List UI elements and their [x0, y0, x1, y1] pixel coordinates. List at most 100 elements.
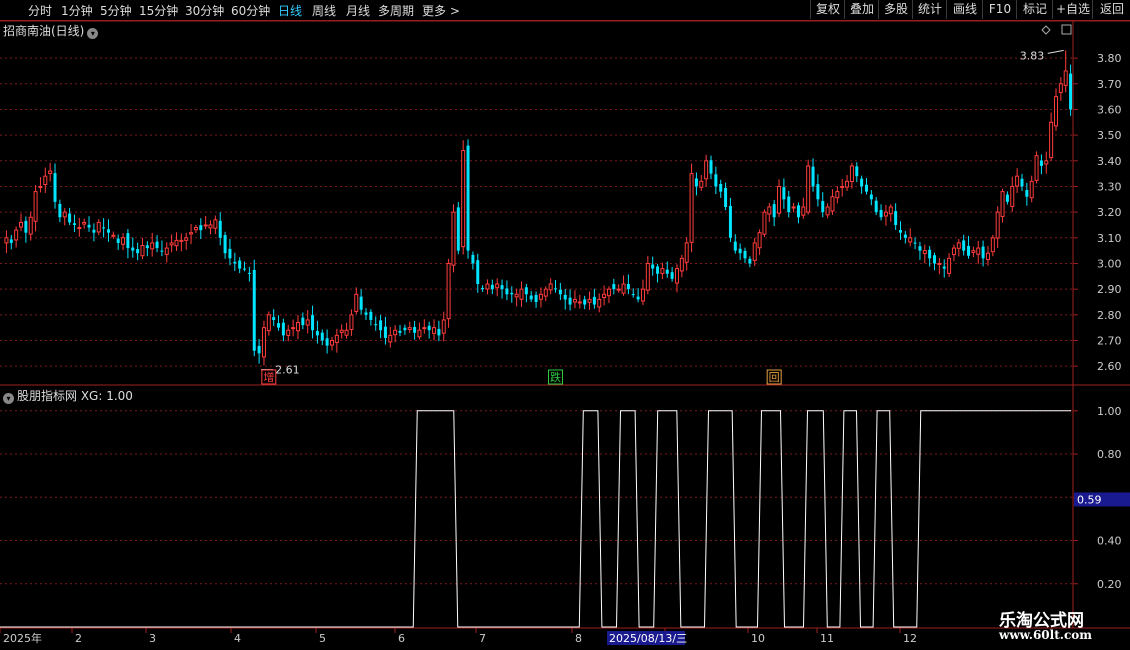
x-tick-label: 11 — [820, 632, 834, 645]
candle-body — [699, 180, 704, 188]
candle — [597, 293, 602, 313]
candle — [126, 229, 130, 259]
candle-body — [855, 166, 859, 177]
candle-body — [68, 213, 72, 223]
candle-body — [164, 247, 169, 255]
candle — [704, 154, 709, 187]
layout-icon — [1061, 24, 1072, 35]
candle — [796, 202, 800, 224]
candle-body — [583, 299, 587, 305]
candle-body — [894, 211, 898, 225]
candle-body — [840, 185, 845, 188]
current-value-label: 0.59 — [1077, 493, 1102, 506]
candle — [791, 202, 796, 213]
y-tick-label: 2.60 — [1097, 360, 1122, 373]
y-tick-label: 3.70 — [1097, 78, 1122, 91]
candle-body — [359, 296, 363, 310]
candle — [656, 263, 660, 283]
candle — [543, 286, 548, 302]
low-label: 2.61 — [275, 364, 300, 377]
candle — [441, 311, 446, 342]
candle — [558, 282, 562, 300]
candle — [446, 258, 451, 328]
candle-body — [971, 250, 976, 253]
candle-body — [1000, 191, 1005, 217]
candle — [990, 234, 995, 257]
candle-body — [1010, 185, 1015, 207]
candle-body — [121, 237, 126, 245]
candle-body — [899, 230, 903, 233]
candle — [427, 321, 431, 339]
candle-body — [709, 160, 713, 174]
candle-body — [437, 328, 441, 336]
candle-body — [636, 296, 640, 300]
candle-body — [223, 235, 227, 254]
candle-body — [684, 242, 689, 263]
candle-body — [538, 293, 543, 300]
candle — [606, 286, 611, 304]
candle-body — [738, 248, 742, 254]
candle-body — [476, 260, 480, 285]
candle-body — [757, 232, 762, 249]
candle-body — [77, 227, 82, 230]
candle-body — [772, 204, 776, 218]
candle — [956, 239, 961, 257]
candle-body — [295, 322, 300, 332]
candle — [674, 264, 679, 293]
candle-body — [782, 187, 786, 200]
candle — [349, 309, 354, 336]
candle — [364, 307, 368, 321]
candle — [947, 253, 952, 277]
candle — [24, 216, 28, 243]
candle-body — [806, 165, 811, 213]
candle-body — [266, 314, 271, 332]
candle-body — [728, 205, 732, 238]
candle — [199, 218, 203, 239]
candle-body — [947, 257, 952, 274]
candle — [417, 322, 422, 340]
candle-body — [816, 184, 820, 200]
candle-body — [334, 334, 339, 343]
candle-body — [471, 254, 475, 264]
candle-body — [136, 249, 140, 254]
candle-body — [602, 293, 607, 298]
candle-body — [762, 211, 767, 235]
candle — [1015, 168, 1020, 193]
candle — [96, 219, 101, 236]
candle — [266, 311, 271, 336]
candle-body — [58, 203, 62, 218]
candle — [38, 177, 43, 193]
candle-body — [374, 324, 378, 326]
candle-body — [87, 224, 91, 228]
candle — [699, 175, 704, 191]
candle — [311, 305, 315, 339]
candle — [82, 218, 87, 229]
candle-body — [933, 255, 937, 264]
candle — [612, 278, 616, 295]
signal-marker-text: 回 — [769, 371, 780, 384]
candle — [806, 159, 811, 215]
candle-body — [514, 293, 519, 298]
candle — [193, 224, 198, 233]
candle — [670, 267, 674, 282]
candle — [529, 290, 533, 303]
candle-body — [791, 206, 796, 209]
candle-body — [976, 247, 981, 255]
candle — [174, 232, 179, 251]
candle — [651, 256, 655, 276]
candle — [631, 288, 635, 298]
candle — [320, 329, 324, 346]
candle — [985, 245, 990, 266]
candle-body — [981, 246, 985, 259]
candle — [577, 294, 582, 309]
candle — [179, 233, 184, 252]
signal-marker-text: 增 — [263, 370, 274, 384]
candle — [719, 179, 723, 198]
candle-body — [548, 283, 553, 291]
y-tick-label: 0.20 — [1097, 578, 1122, 591]
candle — [218, 212, 222, 246]
candle-body — [767, 206, 772, 215]
candle-body — [145, 245, 149, 249]
candle — [587, 291, 592, 310]
candle-body — [28, 216, 33, 235]
